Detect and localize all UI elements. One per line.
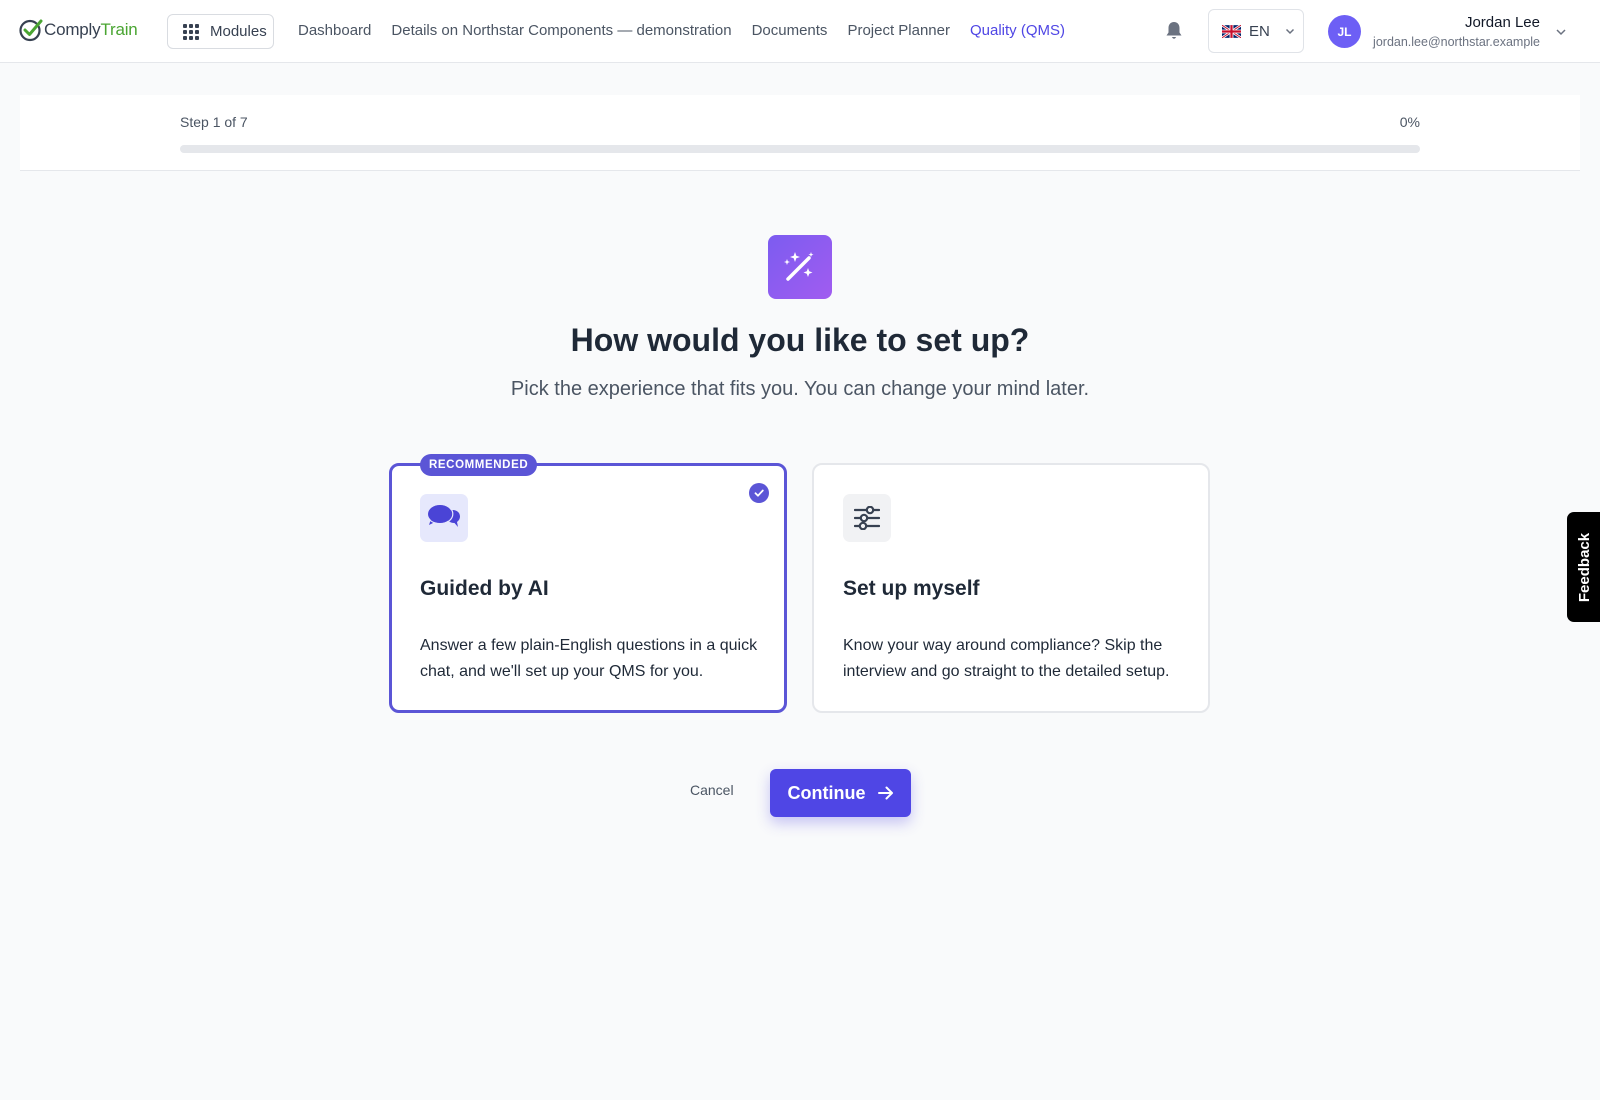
page-subtitle: Pick the experience that fits you. You c… [510, 378, 1090, 400]
feedback-tab[interactable]: Feedback [1567, 512, 1600, 622]
progress-section: Step 1 of 7 0% [20, 95, 1580, 171]
user-avatar[interactable]: JL [1328, 15, 1361, 48]
progress-bar [180, 145, 1420, 153]
user-email: jordan.lee@northstar.example [1373, 35, 1540, 49]
option-card-guided-by-ai[interactable]: RECOMMENDED Guided by AI Answer a few pl… [389, 454, 787, 713]
progress-percent: 0% [1399, 114, 1420, 130]
app-logo[interactable]: ComplyTrain [19, 17, 138, 43]
modules-label: Modules [210, 23, 267, 40]
nav-link-details[interactable]: Details on Northstar Components — demons… [391, 22, 731, 39]
feedback-label: Feedback [1576, 532, 1594, 602]
magic-wand-icon [768, 235, 832, 299]
grid-icon [183, 23, 199, 40]
notifications-bell-icon[interactable] [1164, 20, 1184, 42]
continue-label: Continue [787, 782, 866, 803]
step-indicator: Step 1 of 7 [180, 114, 248, 130]
arrow-right-icon [877, 786, 893, 800]
logo-text: ComplyTrain [44, 20, 138, 39]
modules-button[interactable]: Modules [167, 14, 274, 49]
option-title: Guided by AI [420, 577, 549, 600]
chat-bubbles-icon [420, 494, 468, 542]
chevron-down-icon [1285, 28, 1294, 35]
sliders-icon [843, 494, 891, 542]
user-name: Jordan Lee [1464, 14, 1540, 31]
continue-button[interactable]: Continue [770, 769, 911, 817]
uk-flag-icon [1222, 24, 1241, 38]
cancel-button[interactable]: Cancel [690, 782, 734, 798]
language-selector[interactable]: EN [1208, 9, 1304, 53]
user-menu-chevron-icon[interactable] [1554, 25, 1568, 39]
nav-link-project-planner[interactable]: Project Planner [847, 22, 950, 39]
top-navigation-bar: ComplyTrain Modules Dashboard Details on… [0, 0, 1600, 63]
page-title: How would you like to set up? [570, 322, 1030, 358]
nav-link-documents[interactable]: Documents [752, 22, 828, 39]
selected-check-icon [749, 483, 769, 503]
logo-check-icon [19, 19, 43, 42]
main-nav: Dashboard Details on Northstar Component… [298, 22, 1065, 39]
option-card-set-up-myself[interactable]: Set up myself Know your way around compl… [812, 463, 1210, 713]
option-description: Know your way around compliance? Skip th… [843, 637, 1170, 680]
option-description: Answer a few plain-English questions in … [420, 637, 758, 680]
recommended-badge: RECOMMENDED [420, 454, 538, 476]
language-label: EN [1249, 22, 1270, 40]
option-title: Set up myself [843, 577, 980, 600]
nav-link-quality-qms[interactable]: Quality (QMS) [970, 22, 1065, 39]
nav-link-dashboard[interactable]: Dashboard [298, 22, 371, 39]
